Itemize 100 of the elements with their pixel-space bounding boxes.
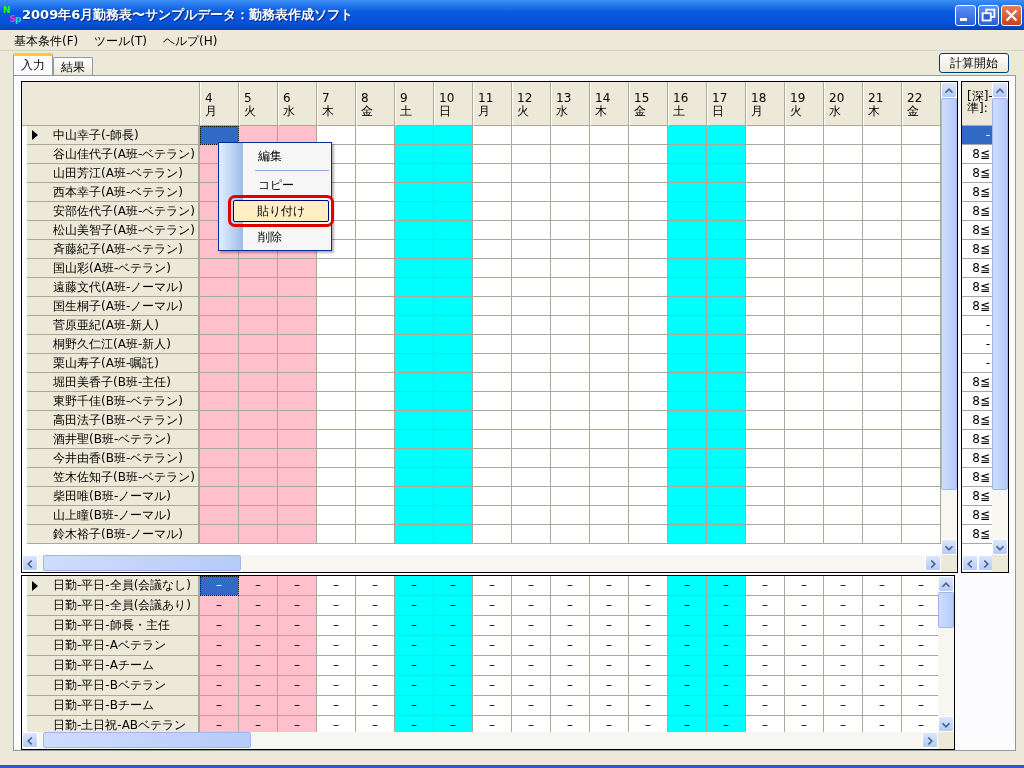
grid-cell[interactable] (824, 297, 863, 316)
grid-cell[interactable]: – (590, 616, 629, 636)
grid-cell[interactable]: – (512, 696, 551, 716)
grid-cell[interactable] (707, 278, 746, 297)
grid-cell[interactable] (863, 126, 902, 145)
grid-cell[interactable]: – (356, 676, 395, 696)
grid-cell[interactable]: – (200, 616, 239, 636)
row-header[interactable]: 西本幸子(A班-ベテラン) (27, 183, 200, 202)
grid-cell[interactable] (395, 278, 434, 297)
grid-cell[interactable] (239, 411, 278, 430)
grid-cell[interactable]: – (824, 636, 863, 656)
grid-cell[interactable]: – (863, 656, 902, 676)
grid-cell[interactable] (746, 430, 785, 449)
scroll-down-button[interactable] (992, 539, 1008, 555)
grid-cell[interactable]: – (824, 676, 863, 696)
grid-cell[interactable] (785, 430, 824, 449)
grid-cell[interactable] (239, 297, 278, 316)
grid-cell[interactable]: – (473, 676, 512, 696)
row-header[interactable]: 日勤-平日-Aチーム (27, 656, 200, 676)
grid-cell[interactable] (512, 221, 551, 240)
grid-cell[interactable] (356, 411, 395, 430)
grid-cell[interactable] (512, 126, 551, 145)
grid-cell[interactable] (278, 430, 317, 449)
grid-cell[interactable] (863, 487, 902, 506)
grid-cell[interactable] (512, 449, 551, 468)
grid-cell[interactable] (707, 468, 746, 487)
grid-cell[interactable] (395, 411, 434, 430)
grid-cell[interactable] (824, 354, 863, 373)
grid-cell[interactable] (746, 240, 785, 259)
grid-cell[interactable] (434, 145, 473, 164)
grid-cell[interactable] (278, 392, 317, 411)
grid-cell[interactable] (356, 278, 395, 297)
grid-cell[interactable]: – (785, 696, 824, 716)
grid-cell[interactable] (434, 202, 473, 221)
grid-cell[interactable] (590, 145, 629, 164)
grid-cell[interactable] (551, 316, 590, 335)
grid-cell[interactable]: – (785, 636, 824, 656)
grid-cell[interactable] (746, 468, 785, 487)
grid-cell[interactable] (551, 202, 590, 221)
grid-cell[interactable] (356, 487, 395, 506)
grid-cell[interactable] (239, 335, 278, 354)
scroll-left-button[interactable] (962, 555, 978, 571)
grid-cell[interactable] (668, 335, 707, 354)
grid-cell[interactable] (785, 145, 824, 164)
grid-cell[interactable] (434, 449, 473, 468)
grid-cell[interactable] (824, 525, 863, 544)
grid-cell[interactable] (473, 373, 512, 392)
grid-cell[interactable] (785, 126, 824, 145)
grid-cell[interactable] (551, 373, 590, 392)
grid-cell[interactable] (629, 145, 668, 164)
start-calculation-button[interactable]: 計算開始 (939, 53, 1009, 73)
grid-cell[interactable] (356, 468, 395, 487)
context-menu-item[interactable]: 編集 (243, 145, 329, 167)
grid-cell[interactable]: – (746, 636, 785, 656)
grid-cell[interactable]: – (551, 636, 590, 656)
grid-cell[interactable] (317, 278, 356, 297)
grid-cell[interactable] (863, 449, 902, 468)
grid-cell[interactable] (707, 240, 746, 259)
scroll-down-button[interactable] (941, 539, 957, 555)
grid-cell[interactable] (590, 487, 629, 506)
grid-cell[interactable] (590, 335, 629, 354)
vertical-scrollbar[interactable] (941, 82, 957, 555)
grid-cell[interactable]: – (824, 656, 863, 676)
grid-cell[interactable] (239, 506, 278, 525)
grid-cell[interactable]: – (473, 696, 512, 716)
grid-cell[interactable]: – (278, 616, 317, 636)
grid-cell[interactable] (317, 316, 356, 335)
grid-cell[interactable] (200, 506, 239, 525)
grid-cell[interactable]: – (629, 636, 668, 656)
grid-cell[interactable]: – (746, 596, 785, 616)
grid-cell[interactable] (434, 487, 473, 506)
grid-cell[interactable] (317, 259, 356, 278)
grid-cell[interactable]: – (707, 676, 746, 696)
grid-cell[interactable] (863, 411, 902, 430)
grid-cell[interactable] (512, 468, 551, 487)
grid-cell[interactable] (395, 506, 434, 525)
grid-cell[interactable]: – (317, 596, 356, 616)
menu-item[interactable]: ツール(T) (86, 30, 155, 50)
grid-cell[interactable] (746, 354, 785, 373)
grid-cell[interactable] (512, 373, 551, 392)
grid-cell[interactable] (551, 468, 590, 487)
grid-cell[interactable] (473, 202, 512, 221)
grid-cell[interactable] (590, 126, 629, 145)
grid-cell[interactable] (707, 487, 746, 506)
grid-cell[interactable]: – (473, 616, 512, 636)
scroll-left-button[interactable] (22, 555, 38, 571)
grid-cell[interactable] (590, 164, 629, 183)
grid-cell[interactable] (863, 525, 902, 544)
grid-cell[interactable] (590, 525, 629, 544)
grid-cell[interactable] (863, 468, 902, 487)
grid-cell[interactable]: – (356, 696, 395, 716)
grid-cell[interactable] (434, 278, 473, 297)
grid-cell[interactable] (434, 430, 473, 449)
grid-cell[interactable]: – (746, 656, 785, 676)
grid-cell[interactable] (629, 278, 668, 297)
grid-cell[interactable] (824, 392, 863, 411)
grid-cell[interactable] (356, 164, 395, 183)
grid-cell[interactable] (590, 449, 629, 468)
grid-cell[interactable] (863, 259, 902, 278)
grid-cell[interactable]: – (863, 636, 902, 656)
